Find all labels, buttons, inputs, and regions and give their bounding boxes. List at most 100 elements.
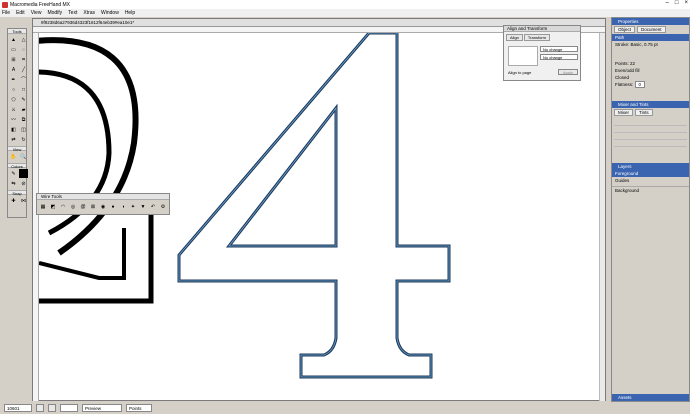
property-path-row[interactable]: Path (612, 34, 689, 41)
wire-star-icon[interactable]: ✦ (129, 202, 137, 211)
status-bar: 10601 Preview Points (0, 402, 690, 414)
tools-panel: Tools ▲ △ ▭ ◌ ⊞ ⌗ A ╱ ✒ ⌒ ○ □ ⬠ ✎ ⚔ ▰ 〰 … (7, 28, 28, 218)
wire-triangle-icon[interactable]: ▼ (139, 202, 147, 211)
menu-help[interactable]: Help (125, 10, 135, 16)
wire-tools-panel: Wire Tools ▦ ◩ ◠ ◎ @ ⊠ ◉ ● ◑ ✦ ▼ ↶ ⚙ (36, 193, 170, 215)
page-prev-button[interactable] (36, 404, 44, 412)
units-select[interactable]: Points (126, 404, 152, 412)
menu-xtras[interactable]: Xtras (83, 10, 95, 16)
envelope-tool-icon[interactable]: ◫ (19, 125, 28, 134)
layer-foreground[interactable]: Foreground (612, 170, 689, 177)
maximize-button[interactable]: □ (675, 0, 679, 6)
preview-mode-select[interactable]: Preview (82, 404, 122, 412)
layer-guides[interactable]: Guides (612, 177, 689, 184)
align-preview-box[interactable] (508, 46, 538, 66)
no-color-icon[interactable]: ⊘ (19, 179, 28, 188)
apply-button[interactable]: Apply (558, 69, 578, 75)
freeform-tool-icon[interactable]: 〰 (9, 115, 18, 124)
align-transform-panel: Align and Transform Align Transform No c… (503, 25, 581, 81)
menu-modify[interactable]: Modify (47, 10, 62, 16)
right-panel-dock: Properties Object Document Path Stroke: … (611, 17, 690, 402)
wire-bevel-icon[interactable]: ◩ (49, 202, 57, 211)
snap-point-icon[interactable]: ✚ (9, 196, 18, 205)
pencil-tool-icon[interactable]: ✎ (19, 95, 28, 104)
menu-text[interactable]: Text (68, 10, 77, 16)
points-row: Points: 22 (612, 60, 689, 67)
even-odd-checkbox[interactable]: Even/odd fill (612, 67, 689, 74)
rotate-tool-icon[interactable]: ↻ (19, 135, 28, 144)
digit-four-outline-shadow (178, 33, 450, 378)
page-next-button[interactable] (48, 404, 56, 412)
blend-tool-icon[interactable]: ⧉ (19, 115, 28, 124)
page-selector[interactable]: 10601 (4, 404, 32, 412)
menu-window[interactable]: Window (101, 10, 119, 16)
fill-color-swatch[interactable] (19, 169, 28, 178)
app-titlebar: Macromedia FreeHand MX – □ × (0, 0, 690, 9)
reflect-tool-icon[interactable]: ⇄ (9, 135, 18, 144)
wire-fill-icon[interactable]: ◉ (99, 202, 107, 211)
wire-undo-icon[interactable]: ↶ (149, 202, 157, 211)
digit-four-outline[interactable] (177, 33, 451, 379)
zoom-tool-icon[interactable]: 🔍 (19, 152, 28, 161)
tab-transform[interactable]: Transform (523, 34, 550, 41)
layer-background[interactable]: Background (612, 187, 689, 194)
knife-tool-icon[interactable]: ⚔ (9, 105, 18, 114)
assets-title[interactable]: Assets (612, 394, 689, 401)
wire-shadow-icon[interactable]: ⊠ (89, 202, 97, 211)
property-stroke-row[interactable]: Stroke: Basic, 0.75 pt (612, 41, 689, 48)
wire-spiral-icon[interactable]: @ (79, 202, 87, 211)
text-tool-icon[interactable]: A (9, 65, 18, 74)
menu-file[interactable]: File (2, 10, 10, 16)
wire-sphere-icon[interactable]: ● (109, 202, 117, 211)
lasso-tool-icon[interactable]: ◌ (19, 45, 28, 54)
ellipse-tool-icon[interactable]: ○ (9, 85, 18, 94)
align-dropdown-horizontal[interactable]: No change (540, 46, 578, 52)
points-label: Points: (615, 61, 629, 66)
layers-title[interactable]: Layers (612, 163, 689, 170)
properties-title[interactable]: Properties (612, 18, 689, 25)
align-dropdown-vertical[interactable]: No change (540, 54, 578, 60)
mixer-title[interactable]: Mixer and Tints (612, 101, 689, 108)
eraser-tool-icon[interactable]: ▰ (19, 105, 28, 114)
crop-tool-icon[interactable]: ⌗ (19, 55, 28, 64)
align-to-page-checkbox[interactable]: Align to page (508, 70, 531, 75)
pen-tool-icon[interactable]: ✒ (9, 75, 18, 84)
hand-tool-icon[interactable]: ✋ (9, 152, 18, 161)
rectangle-tool-icon[interactable]: □ (19, 85, 28, 94)
scale-tool-icon[interactable]: ⊞ (9, 55, 18, 64)
line-tool-icon[interactable]: ╱ (19, 65, 28, 74)
menu-edit[interactable]: Edit (16, 10, 25, 16)
stroke-color-icon[interactable]: ✎ (9, 169, 18, 178)
tab-tints[interactable]: Tints (635, 109, 653, 116)
artwork-svg (39, 33, 451, 379)
polygon-tool-icon[interactable]: ⬠ (9, 95, 18, 104)
wire-ring-icon[interactable]: ◎ (69, 202, 77, 211)
menu-view[interactable]: View (31, 10, 42, 16)
zoom-field[interactable] (60, 404, 78, 412)
close-button[interactable]: × (684, 0, 688, 6)
swap-colors-icon[interactable]: ⇆ (9, 179, 18, 188)
tab-mixer[interactable]: Mixer (614, 109, 633, 116)
minimize-button[interactable]: – (666, 0, 669, 6)
subselect-tool-icon[interactable]: △ (19, 35, 28, 44)
vertical-scrollbar[interactable] (599, 33, 605, 401)
wire-arc-icon[interactable]: ◠ (59, 202, 67, 211)
flatness-input[interactable]: 0 (634, 81, 646, 88)
bezigon-tool-icon[interactable]: ⌒ (19, 75, 28, 84)
wire-settings-icon[interactable]: ⚙ (159, 202, 167, 211)
pointer-tool-icon[interactable]: ▲ (9, 35, 18, 44)
freehand-app-icon (2, 1, 8, 8)
tab-document[interactable]: Document (637, 26, 666, 33)
tab-align[interactable]: Align (506, 34, 523, 41)
tab-object[interactable]: Object (614, 26, 636, 33)
wire-chart-icon[interactable]: ▦ (39, 202, 47, 211)
snap-guide-icon[interactable]: ⋈ (19, 196, 28, 205)
wire-split-icon[interactable]: ◑ (119, 202, 127, 211)
drawing-canvas[interactable] (39, 33, 601, 401)
page-tool-icon[interactable]: ▭ (9, 45, 18, 54)
window-controls: – □ × (666, 0, 688, 6)
extrude-tool-icon[interactable]: ◧ (9, 125, 18, 134)
mixer-sliders[interactable] (612, 117, 689, 157)
flatness-row: Flatness: 0 (612, 81, 689, 88)
closed-checkbox[interactable]: Closed (612, 74, 689, 81)
